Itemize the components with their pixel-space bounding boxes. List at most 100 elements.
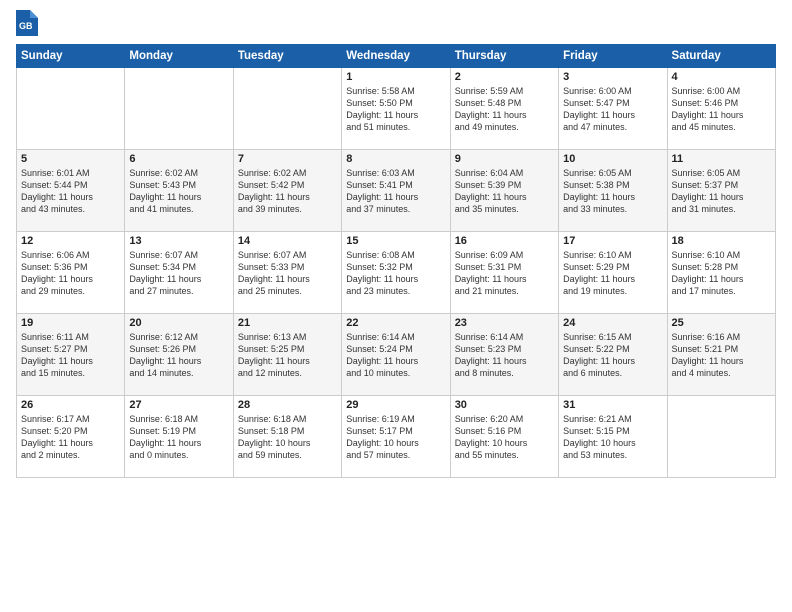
cell-text-line: Sunset: 5:16 PM	[455, 425, 554, 437]
cell-text-line: Daylight: 11 hours	[563, 273, 662, 285]
cell-text-line: and 49 minutes.	[455, 121, 554, 133]
cell-text-line: Sunrise: 6:16 AM	[672, 331, 771, 343]
calendar-cell: 13Sunrise: 6:07 AMSunset: 5:34 PMDayligh…	[125, 232, 233, 314]
day-number: 9	[455, 153, 554, 165]
cell-text-line: Daylight: 11 hours	[129, 437, 228, 449]
cell-text-line: Daylight: 11 hours	[238, 355, 337, 367]
calendar-cell: 12Sunrise: 6:06 AMSunset: 5:36 PMDayligh…	[17, 232, 125, 314]
calendar-cell: 21Sunrise: 6:13 AMSunset: 5:25 PMDayligh…	[233, 314, 341, 396]
cell-text-line: Daylight: 11 hours	[563, 191, 662, 203]
calendar-cell: 6Sunrise: 6:02 AMSunset: 5:43 PMDaylight…	[125, 150, 233, 232]
day-number: 20	[129, 317, 228, 329]
cell-text-line: Sunset: 5:23 PM	[455, 343, 554, 355]
cell-text-line: Daylight: 11 hours	[129, 273, 228, 285]
cell-text-line: Sunset: 5:18 PM	[238, 425, 337, 437]
cell-text-line: Sunset: 5:39 PM	[455, 179, 554, 191]
cell-text-line: Sunset: 5:26 PM	[129, 343, 228, 355]
calendar-week-row: 12Sunrise: 6:06 AMSunset: 5:36 PMDayligh…	[17, 232, 776, 314]
calendar-cell: 11Sunrise: 6:05 AMSunset: 5:37 PMDayligh…	[667, 150, 775, 232]
cell-text-line: and 12 minutes.	[238, 367, 337, 379]
cell-text-line: Sunrise: 6:19 AM	[346, 413, 445, 425]
cell-text-line: Sunrise: 6:00 AM	[672, 85, 771, 97]
cell-text-line: Sunset: 5:19 PM	[129, 425, 228, 437]
day-number: 8	[346, 153, 445, 165]
cell-text-line: Sunrise: 6:21 AM	[563, 413, 662, 425]
calendar-cell: 16Sunrise: 6:09 AMSunset: 5:31 PMDayligh…	[450, 232, 558, 314]
cell-text-line: Sunset: 5:24 PM	[346, 343, 445, 355]
day-number: 24	[563, 317, 662, 329]
cell-text-line: Daylight: 10 hours	[455, 437, 554, 449]
cell-text-line: and 35 minutes.	[455, 203, 554, 215]
day-number: 6	[129, 153, 228, 165]
cell-text-line: Daylight: 11 hours	[563, 109, 662, 121]
cell-text-line: and 2 minutes.	[21, 449, 120, 461]
cell-text-line: and 19 minutes.	[563, 285, 662, 297]
day-number: 28	[238, 399, 337, 411]
calendar-cell: 23Sunrise: 6:14 AMSunset: 5:23 PMDayligh…	[450, 314, 558, 396]
day-number: 14	[238, 235, 337, 247]
cell-text-line: Daylight: 11 hours	[455, 191, 554, 203]
cell-text-line: Sunrise: 6:02 AM	[238, 167, 337, 179]
cell-text-line: Daylight: 11 hours	[672, 273, 771, 285]
cell-text-line: Sunrise: 6:20 AM	[455, 413, 554, 425]
cell-text-line: Sunset: 5:31 PM	[455, 261, 554, 273]
cell-text-line: Sunrise: 5:58 AM	[346, 85, 445, 97]
cell-text-line: Sunset: 5:32 PM	[346, 261, 445, 273]
cell-text-line: Sunset: 5:27 PM	[21, 343, 120, 355]
cell-text-line: Daylight: 11 hours	[455, 355, 554, 367]
cell-text-line: Daylight: 11 hours	[563, 355, 662, 367]
cell-text-line: Sunset: 5:20 PM	[21, 425, 120, 437]
day-number: 11	[672, 153, 771, 165]
cell-text-line: and 37 minutes.	[346, 203, 445, 215]
cell-text-line: Sunrise: 6:13 AM	[238, 331, 337, 343]
cell-text-line: and 51 minutes.	[346, 121, 445, 133]
calendar-week-row: 5Sunrise: 6:01 AMSunset: 5:44 PMDaylight…	[17, 150, 776, 232]
calendar-cell: 10Sunrise: 6:05 AMSunset: 5:38 PMDayligh…	[559, 150, 667, 232]
cell-text-line: Daylight: 11 hours	[21, 437, 120, 449]
calendar-cell	[125, 68, 233, 150]
cell-text-line: and 4 minutes.	[672, 367, 771, 379]
day-number: 13	[129, 235, 228, 247]
day-number: 12	[21, 235, 120, 247]
cell-text-line: Sunrise: 6:07 AM	[129, 249, 228, 261]
calendar-header-row: SundayMondayTuesdayWednesdayThursdayFrid…	[17, 45, 776, 68]
cell-text-line: and 39 minutes.	[238, 203, 337, 215]
cell-text-line: Sunrise: 6:04 AM	[455, 167, 554, 179]
cell-text-line: and 59 minutes.	[238, 449, 337, 461]
calendar-cell: 2Sunrise: 5:59 AMSunset: 5:48 PMDaylight…	[450, 68, 558, 150]
cell-text-line: Sunset: 5:46 PM	[672, 97, 771, 109]
calendar-day-header: Friday	[559, 45, 667, 68]
cell-text-line: Daylight: 11 hours	[672, 191, 771, 203]
calendar-cell: 15Sunrise: 6:08 AMSunset: 5:32 PMDayligh…	[342, 232, 450, 314]
cell-text-line: Sunrise: 6:06 AM	[21, 249, 120, 261]
calendar-cell: 4Sunrise: 6:00 AMSunset: 5:46 PMDaylight…	[667, 68, 775, 150]
calendar-day-header: Sunday	[17, 45, 125, 68]
cell-text-line: Sunset: 5:22 PM	[563, 343, 662, 355]
cell-text-line: Sunrise: 6:18 AM	[238, 413, 337, 425]
calendar-day-header: Tuesday	[233, 45, 341, 68]
cell-text-line: Daylight: 11 hours	[21, 191, 120, 203]
cell-text-line: Daylight: 11 hours	[129, 191, 228, 203]
cell-text-line: Sunrise: 6:08 AM	[346, 249, 445, 261]
cell-text-line: and 29 minutes.	[21, 285, 120, 297]
cell-text-line: Sunset: 5:38 PM	[563, 179, 662, 191]
cell-text-line: and 25 minutes.	[238, 285, 337, 297]
calendar-cell	[17, 68, 125, 150]
cell-text-line: and 41 minutes.	[129, 203, 228, 215]
cell-text-line: and 45 minutes.	[672, 121, 771, 133]
day-number: 31	[563, 399, 662, 411]
cell-text-line: Sunrise: 6:02 AM	[129, 167, 228, 179]
cell-text-line: Sunrise: 6:11 AM	[21, 331, 120, 343]
cell-text-line: and 47 minutes.	[563, 121, 662, 133]
cell-text-line: Sunrise: 6:01 AM	[21, 167, 120, 179]
cell-text-line: Daylight: 11 hours	[21, 273, 120, 285]
day-number: 7	[238, 153, 337, 165]
day-number: 25	[672, 317, 771, 329]
day-number: 17	[563, 235, 662, 247]
cell-text-line: Sunset: 5:48 PM	[455, 97, 554, 109]
calendar-cell: 26Sunrise: 6:17 AMSunset: 5:20 PMDayligh…	[17, 396, 125, 478]
cell-text-line: Sunrise: 6:15 AM	[563, 331, 662, 343]
calendar-cell: 5Sunrise: 6:01 AMSunset: 5:44 PMDaylight…	[17, 150, 125, 232]
cell-text-line: Sunset: 5:41 PM	[346, 179, 445, 191]
cell-text-line: Sunrise: 6:09 AM	[455, 249, 554, 261]
